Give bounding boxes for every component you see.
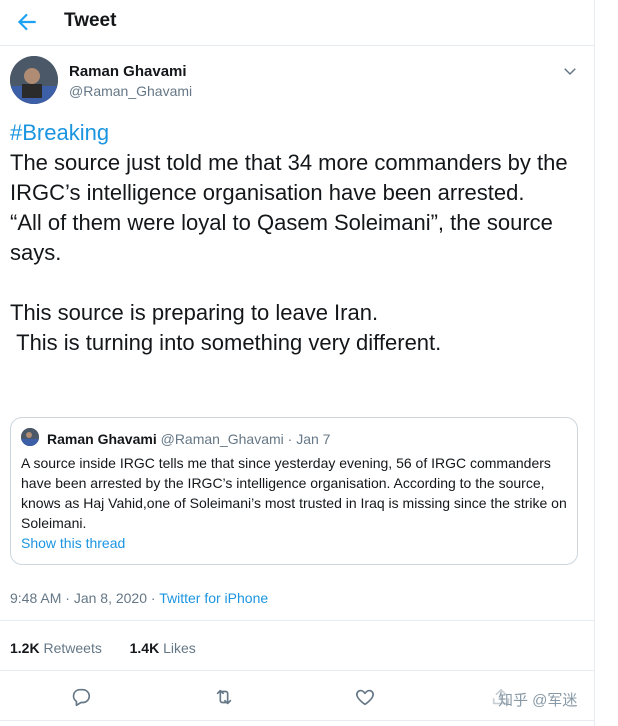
quoted-header: Raman Ghavami @Raman_Ghavami · Jan 7	[47, 431, 330, 447]
arrow-left-icon[interactable]	[14, 9, 40, 35]
reply-icon[interactable]	[70, 686, 92, 708]
separator-dot: ·	[283, 431, 297, 447]
tweet-time: 9:48 AM	[10, 590, 62, 606]
avatar	[21, 428, 39, 446]
separator-dot: ·	[61, 590, 74, 606]
tweet-body: The source just told me that 34 more com…	[10, 150, 568, 355]
quoted-author-handle: @Raman_Ghavami	[160, 431, 284, 447]
tweet-text: #Breaking The source just told me that 3…	[10, 118, 585, 358]
page-title: Tweet	[64, 10, 117, 31]
author-handle[interactable]: @Raman_Ghavami	[69, 83, 192, 99]
tweet-date: Jan 8, 2020	[73, 590, 147, 606]
divider	[0, 670, 594, 671]
likes-label: Likes	[163, 640, 196, 656]
divider	[0, 620, 594, 621]
like-icon[interactable]	[354, 686, 376, 708]
retweets-stat[interactable]: 1.2K Retweets	[10, 640, 102, 656]
quoted-date: Jan 7	[296, 431, 331, 447]
divider	[0, 720, 594, 721]
engagement-stats: 1.2K Retweets 1.4K Likes	[10, 640, 196, 656]
avatar[interactable]	[10, 56, 58, 104]
header: Tweet	[0, 0, 594, 46]
retweet-icon[interactable]	[213, 686, 235, 708]
quoted-tweet[interactable]: Raman Ghavami @Raman_Ghavami · Jan 7 A s…	[10, 417, 578, 565]
watermark: 知乎 @军迷	[498, 692, 578, 709]
retweets-label: Retweets	[43, 640, 102, 656]
author-name[interactable]: Raman Ghavami	[69, 63, 187, 80]
retweets-count: 1.2K	[10, 640, 40, 656]
quoted-author-name: Raman Ghavami	[47, 431, 157, 447]
tweet-column: Tweet Raman Ghavami @Raman_Ghavami #Brea…	[0, 0, 595, 726]
show-thread-link[interactable]: Show this thread	[21, 535, 125, 551]
likes-count: 1.4K	[129, 640, 160, 656]
separator-dot: ·	[147, 590, 160, 606]
quoted-text: A source inside IRGC tells me that since…	[21, 455, 567, 531]
hashtag-link[interactable]: #Breaking	[10, 120, 109, 145]
chevron-down-icon[interactable]	[561, 62, 579, 80]
source-link[interactable]: Twitter for iPhone	[159, 590, 268, 606]
timestamp: 9:48 AM · Jan 8, 2020 · Twitter for iPho…	[10, 590, 268, 606]
likes-stat[interactable]: 1.4K Likes	[130, 640, 196, 656]
